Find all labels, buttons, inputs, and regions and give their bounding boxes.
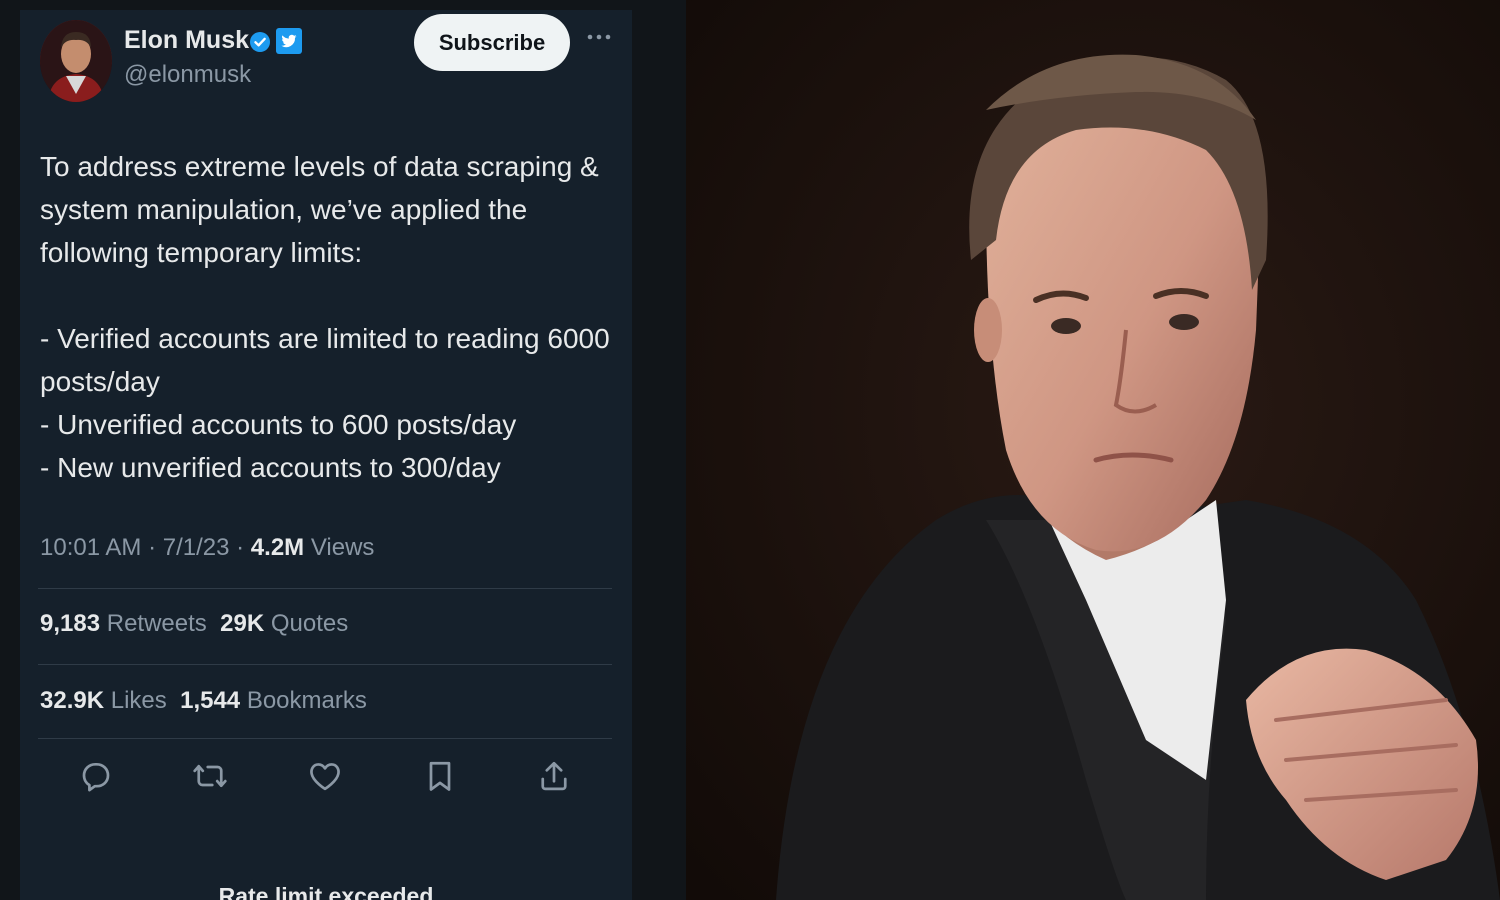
bookmarks-count: 1,544 bbox=[180, 687, 241, 714]
author-name[interactable]: Elon Musk bbox=[124, 26, 249, 55]
retweets-label: Retweets bbox=[106, 610, 207, 637]
rate-limit-message: Rate limit exceeded bbox=[218, 883, 434, 900]
reply-icon[interactable] bbox=[78, 758, 114, 794]
tweet-paragraph: To address extreme levels of data scrapi… bbox=[40, 151, 599, 268]
bookmarks-stat[interactable]: 1,544 Bookmarks bbox=[180, 687, 367, 714]
quotes-label: Quotes bbox=[270, 610, 349, 637]
tweet-card: Elon Musk @elonmusk Subscribe To address… bbox=[20, 10, 632, 900]
likes-stat[interactable]: 32.9K Likes bbox=[40, 687, 167, 714]
twitter-bird-icon bbox=[276, 28, 302, 54]
heart-icon[interactable] bbox=[307, 758, 343, 794]
retweets-count: 9,183 bbox=[40, 610, 101, 637]
more-dots-icon[interactable] bbox=[586, 32, 612, 42]
retweets-stat[interactable]: 9,183 Retweets bbox=[40, 610, 207, 637]
divider bbox=[38, 738, 612, 739]
views-label: Views bbox=[310, 534, 375, 561]
views-count: 4.2M bbox=[250, 534, 305, 561]
tweet-metadata: 10:01 AM · 7/1/23 · 4.2M Views bbox=[40, 534, 375, 561]
likes-bookmarks-stats: 32.9K Likes 1,544 Bookmarks bbox=[40, 687, 367, 715]
bookmarks-label: Bookmarks bbox=[246, 687, 367, 714]
likes-label: Likes bbox=[110, 687, 167, 714]
author-handle[interactable]: @elonmusk bbox=[124, 61, 251, 89]
tweet-text: To address extreme levels of data scrapi… bbox=[40, 145, 615, 489]
divider bbox=[38, 664, 612, 665]
likes-count: 32.9K bbox=[40, 687, 105, 714]
subscribe-button[interactable]: Subscribe bbox=[414, 14, 570, 71]
limit-line: - New unverified accounts to 300/day bbox=[40, 452, 501, 483]
share-icon[interactable] bbox=[536, 758, 572, 794]
quotes-count: 29K bbox=[220, 610, 265, 637]
verified-badge-icon bbox=[250, 32, 270, 52]
divider bbox=[38, 588, 612, 589]
retweet-icon[interactable] bbox=[192, 758, 228, 794]
quotes-stat[interactable]: 29K Quotes bbox=[220, 610, 348, 637]
portrait-photo bbox=[686, 0, 1500, 900]
tweet-time[interactable]: 10:01 AM bbox=[40, 534, 141, 561]
avatar[interactable] bbox=[40, 20, 112, 102]
limit-line: - Unverified accounts to 600 posts/day bbox=[40, 409, 517, 440]
tweet-date[interactable]: 7/1/23 bbox=[163, 534, 230, 561]
bookmark-icon[interactable] bbox=[422, 758, 458, 794]
retweet-quote-stats: 9,183 Retweets 29K Quotes bbox=[40, 610, 348, 638]
limit-line: - Verified accounts are limited to readi… bbox=[40, 323, 610, 397]
